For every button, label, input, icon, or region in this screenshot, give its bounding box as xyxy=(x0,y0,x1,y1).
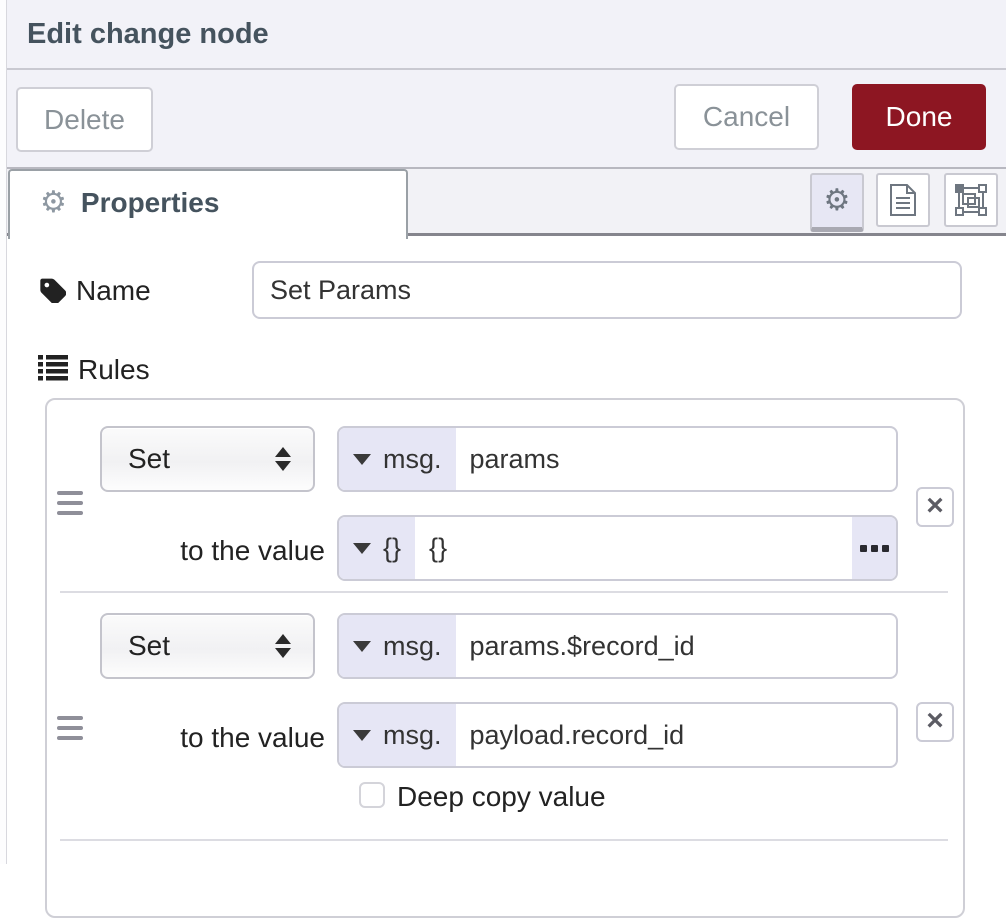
rule2-property-type-button[interactable]: msg. xyxy=(339,615,456,677)
up-down-arrows-icon xyxy=(275,447,291,471)
gear-icon: ⚙ xyxy=(40,188,67,218)
rule1-property-input[interactable]: msg. params xyxy=(337,426,898,492)
close-icon: × xyxy=(926,704,944,737)
rule1-value[interactable]: {} xyxy=(415,517,852,579)
selection-frame-icon xyxy=(955,184,987,216)
rule2-remove-button[interactable]: × xyxy=(916,702,954,742)
cancel-button[interactable]: Cancel xyxy=(674,84,819,150)
rule-separator xyxy=(60,591,948,593)
rule2-action-select[interactable]: Set xyxy=(100,613,315,679)
rule2-property-input[interactable]: msg. params.$record_id xyxy=(337,613,898,679)
three-dots-icon xyxy=(871,545,878,552)
rule2-value-type-button[interactable]: msg. xyxy=(339,704,456,766)
rule2-action-value: Set xyxy=(128,615,170,677)
caret-down-icon xyxy=(353,543,371,554)
rule1-action-value: Set xyxy=(128,428,170,490)
description-view-button[interactable] xyxy=(876,173,930,227)
rule1-expand-button[interactable] xyxy=(852,517,896,579)
rule1-value-type-button[interactable]: {} xyxy=(339,517,415,579)
rule2-property-type: msg. xyxy=(383,631,442,662)
rule1-property-value[interactable]: params xyxy=(456,428,896,490)
gear-icon: ⚙ xyxy=(824,186,851,216)
dialog-title: Edit change node xyxy=(27,0,269,68)
close-icon: × xyxy=(926,489,944,522)
rule1-to-label: to the value xyxy=(100,535,325,567)
delete-button[interactable]: Delete xyxy=(16,87,153,152)
name-label: Name xyxy=(76,275,151,307)
rule-separator xyxy=(60,839,948,841)
rule1-value-type: {} xyxy=(383,533,401,564)
appearance-view-button[interactable] xyxy=(944,173,998,227)
drag-handle-icon[interactable] xyxy=(57,491,83,515)
up-down-arrows-icon xyxy=(275,634,291,658)
rule2-value-input[interactable]: msg. payload.record_id xyxy=(337,702,898,768)
done-button[interactable]: Done xyxy=(852,84,986,150)
rules-label: Rules xyxy=(78,354,150,386)
deep-copy-checkbox[interactable] xyxy=(359,782,385,808)
dialog-header: Edit change node xyxy=(7,0,1006,70)
document-icon xyxy=(889,183,917,217)
rule2-value[interactable]: payload.record_id xyxy=(456,704,896,766)
name-input[interactable] xyxy=(252,261,962,319)
three-dots-icon xyxy=(860,545,867,552)
rule2-value-type: msg. xyxy=(383,720,442,751)
rule2-to-label: to the value xyxy=(100,722,325,754)
caret-down-icon xyxy=(353,454,371,465)
caret-down-icon xyxy=(353,730,371,741)
drag-handle-icon[interactable] xyxy=(57,716,83,740)
list-icon xyxy=(38,354,68,387)
rule1-property-type: msg. xyxy=(383,444,442,475)
properties-view-button[interactable]: ⚙ xyxy=(810,173,864,232)
three-dots-icon xyxy=(882,545,889,552)
rule1-value-input[interactable]: {} {} xyxy=(337,515,898,581)
rule1-remove-button[interactable]: × xyxy=(916,487,954,527)
dialog-toolbar: Delete Cancel Done xyxy=(7,70,1006,167)
rule1-action-select[interactable]: Set xyxy=(100,426,315,492)
tab-properties[interactable]: ⚙ Properties xyxy=(8,169,408,239)
tag-icon xyxy=(38,275,66,308)
tab-properties-label: Properties xyxy=(81,187,220,219)
deep-copy-label: Deep copy value xyxy=(397,781,606,813)
rule1-property-type-button[interactable]: msg. xyxy=(339,428,456,490)
caret-down-icon xyxy=(353,641,371,652)
rule2-property-value[interactable]: params.$record_id xyxy=(456,615,896,677)
window-left-edge xyxy=(0,0,7,864)
